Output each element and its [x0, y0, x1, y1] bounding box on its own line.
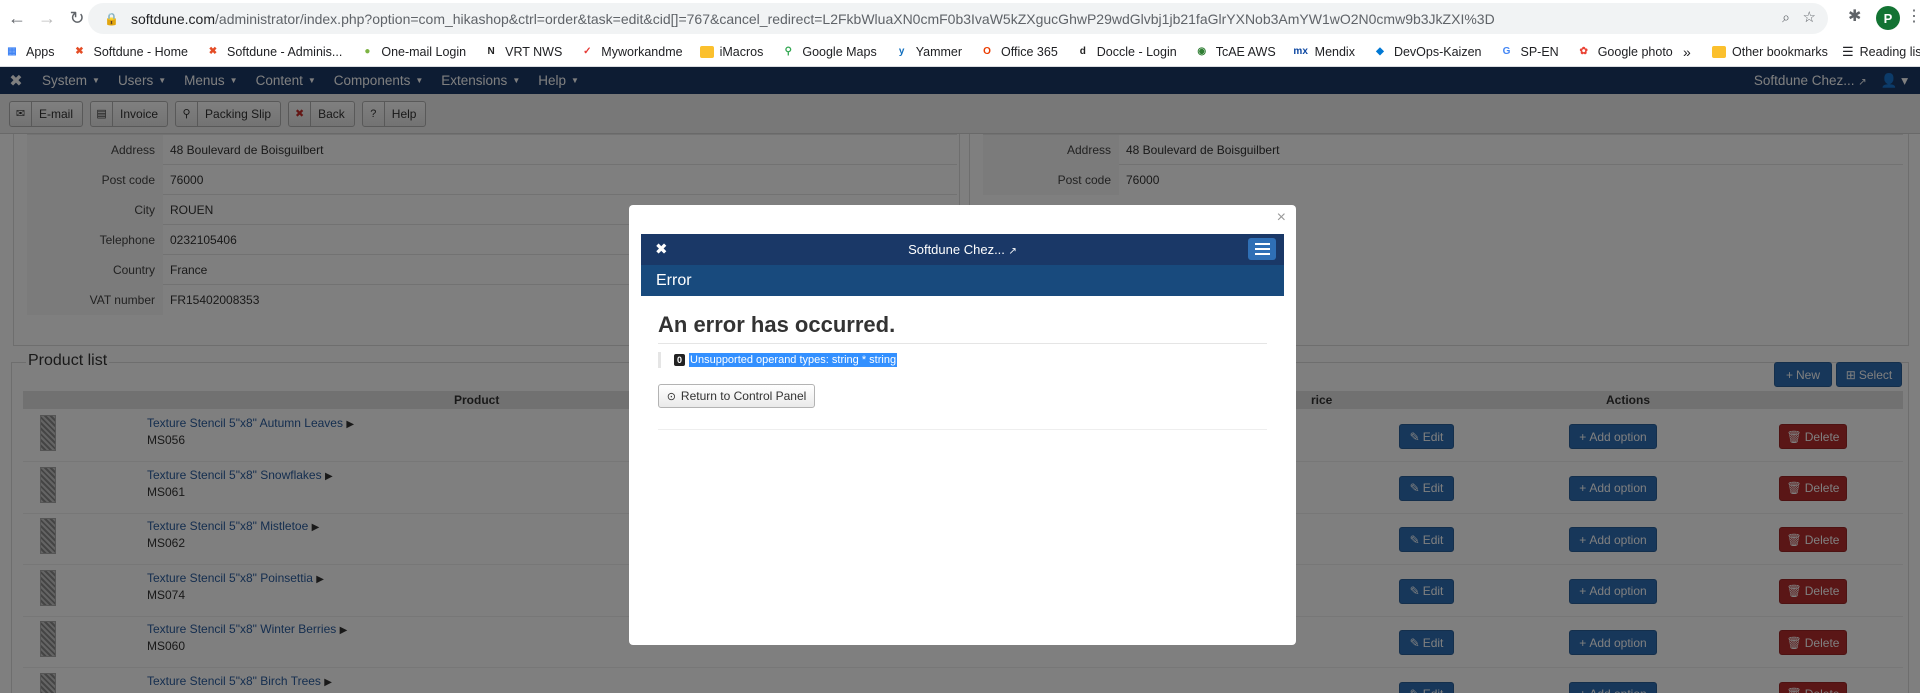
error-title: An error has occurred.: [658, 312, 896, 337]
divider: [658, 343, 1267, 344]
bookmark-item[interactable]: ⚲ Google Maps: [776, 37, 880, 67]
zoom-icon[interactable]: ⌕: [1782, 9, 1790, 26]
google-icon: G: [1502, 46, 1511, 57]
bookmark-item[interactable]: d Doccle - Login: [1071, 37, 1181, 67]
bookmark-item[interactable]: ✿ Google photo: [1572, 37, 1677, 67]
map-pin-icon: ⚲: [784, 46, 792, 57]
url-host: softdune.com: [130, 10, 216, 27]
more-bookmarks-icon[interactable]: »: [1683, 44, 1691, 60]
joomla-icon: ✖: [75, 46, 84, 57]
bookmark-item[interactable]: O Office 365: [975, 37, 1062, 67]
reading-list[interactable]: ☰ Reading lis: [1842, 44, 1920, 60]
dashboard-icon: ⊙: [666, 390, 676, 403]
bookmark-item[interactable]: ◆ DevOps-Kaizen: [1368, 37, 1486, 67]
mendix-icon: mx: [1293, 46, 1308, 57]
other-bookmarks[interactable]: Other bookmarks: [1712, 45, 1828, 59]
photos-icon: ✿: [1579, 46, 1588, 57]
doccle-icon: d: [1079, 46, 1086, 57]
bookmark-item[interactable]: ▦ Apps: [0, 37, 59, 67]
menu-dots-icon[interactable]: ⋮: [1906, 6, 1920, 26]
reading-list-icon: ☰: [1842, 43, 1854, 59]
modal-site-link[interactable]: Softdune Chez... ↗: [908, 242, 1017, 257]
bookmark-item[interactable]: ✖ Softdune - Home: [68, 37, 193, 67]
extensions-icon[interactable]: ✱: [1848, 6, 1861, 26]
folder-icon: [699, 45, 714, 58]
modal-page-header: Error: [641, 265, 1284, 296]
hamburger-menu-icon[interactable]: [1248, 238, 1276, 260]
lock-icon: 🔒: [104, 11, 119, 26]
circle-icon: ●: [364, 46, 371, 57]
vrt-icon: N: [487, 46, 495, 57]
browser-toolbar: ← → ↻ 🔒 softdune.com/administrator/index…: [0, 0, 1920, 37]
modal-admin-bar: ✖ Softdune Chez... ↗: [641, 234, 1284, 265]
error-message-block: 0 Unsupported operand types: string * st…: [658, 352, 898, 368]
forward-arrow-icon[interactable]: →: [32, 4, 62, 34]
bookmark-item[interactable]: mx Mendix: [1289, 37, 1359, 67]
error-message: Unsupported operand types: string * stri…: [689, 353, 898, 367]
bookmark-item[interactable]: ✖ Softdune - Adminis...: [201, 37, 346, 67]
star-icon[interactable]: ☆: [1803, 8, 1816, 26]
check-icon: ✓: [583, 46, 592, 57]
folder-icon: [1712, 45, 1726, 58]
bookmark-item[interactable]: N VRT NWS: [479, 37, 566, 67]
bookmark-item[interactable]: y Yammer: [890, 37, 966, 67]
bookmark-item[interactable]: ✓ Myworkandme: [575, 37, 686, 67]
profile-avatar[interactable]: P: [1876, 6, 1900, 30]
error-code-badge: 0: [674, 354, 686, 366]
joomla-icon: ✖: [208, 46, 218, 57]
back-arrow-icon[interactable]: ←: [2, 4, 32, 34]
joomla-logo-icon[interactable]: ✖: [655, 240, 668, 258]
external-link-icon: ↗: [1008, 246, 1017, 257]
bookmark-item[interactable]: ● One-mail Login: [355, 37, 470, 67]
bookmark-item[interactable]: ◉ TcAE AWS: [1190, 37, 1280, 67]
apps-grid-icon: ▦: [7, 46, 17, 57]
url-path: /administrator/index.php?option=com_hika…: [215, 10, 1495, 27]
divider: [658, 429, 1267, 430]
return-to-control-panel-button[interactable]: ⊙ Return to Control Panel: [658, 384, 815, 408]
close-icon[interactable]: ×: [1277, 209, 1286, 227]
address-bar[interactable]: 🔒 softdune.com/administrator/index.php?o…: [88, 3, 1828, 34]
office-icon: O: [983, 46, 991, 57]
bookmark-item[interactable]: iMacros: [696, 37, 768, 67]
yammer-icon: y: [898, 46, 905, 57]
aws-icon: ◉: [1197, 46, 1207, 57]
error-modal: × ✖ Softdune Chez... ↗ Error An error ha…: [629, 205, 1296, 645]
bookmarks-bar: ▦ Apps ✖ Softdune - Home ✖ Softdune - Adminis…: [0, 37, 1920, 67]
devops-icon: ◆: [1376, 46, 1384, 57]
bookmark-item[interactable]: G SP-EN: [1495, 37, 1563, 67]
